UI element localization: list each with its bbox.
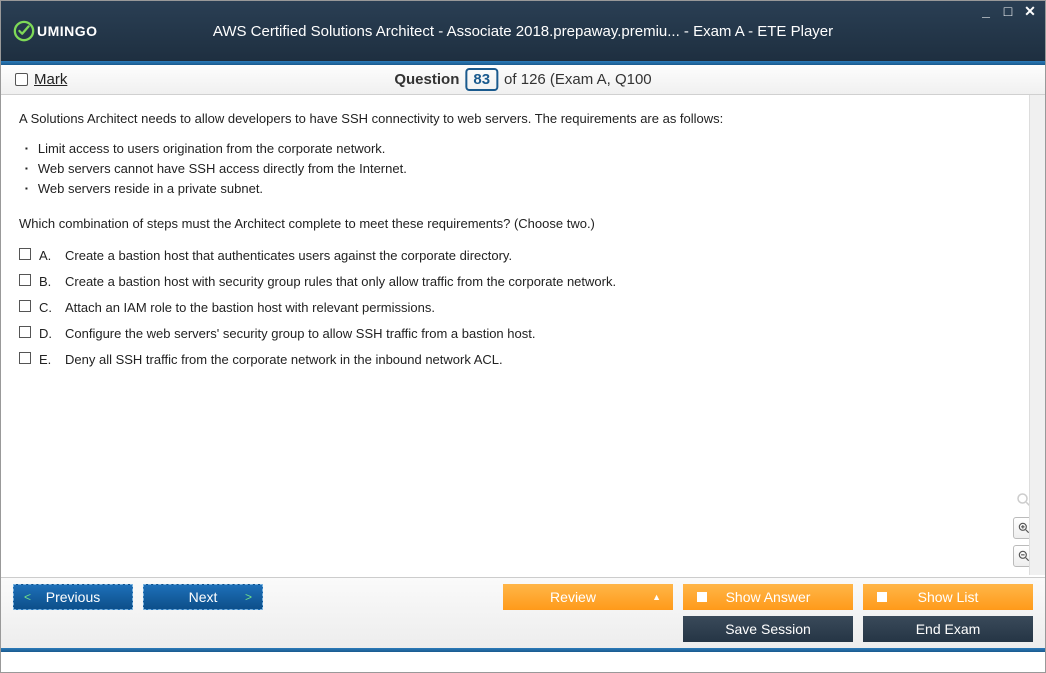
previous-button[interactable]: < Previous bbox=[13, 584, 133, 610]
button-row-1: < Previous Next > Review ▲ Show Answer Show… bbox=[13, 584, 1033, 610]
requirement-bullets: Limit access to users origination from t… bbox=[25, 139, 1027, 199]
window-title: AWS Certified Solutions Architect - Asso… bbox=[213, 23, 833, 40]
option-text: Attach an IAM role to the bastion host w… bbox=[65, 298, 435, 318]
button-row-2: Save Session End Exam bbox=[13, 616, 1033, 642]
save-session-button[interactable]: Save Session bbox=[683, 616, 853, 642]
bullet-item: Web servers cannot have SSH access direc… bbox=[25, 159, 1027, 179]
option-c[interactable]: C. Attach an IAM role to the bastion host… bbox=[19, 298, 1027, 318]
sub-question: Which combination of steps must the Arch… bbox=[19, 214, 1027, 234]
window-controls: _ □ ✕ bbox=[979, 3, 1037, 20]
next-button[interactable]: Next > bbox=[143, 584, 263, 610]
option-e-checkbox[interactable] bbox=[19, 352, 31, 364]
question-indicator: Question 83 of 126 (Exam A, Q100 bbox=[394, 68, 651, 91]
button-label: Review bbox=[550, 589, 596, 605]
triangle-up-icon: ▲ bbox=[652, 592, 661, 602]
footer-accent bbox=[1, 648, 1045, 652]
question-header-bar: Mark Question 83 of 126 (Exam A, Q100 bbox=[1, 65, 1045, 95]
chevron-left-icon: < bbox=[24, 590, 31, 604]
review-button[interactable]: Review ▲ bbox=[503, 584, 673, 610]
mark-label: Mark bbox=[34, 71, 67, 88]
option-text: Create a bastion host with security grou… bbox=[65, 272, 616, 292]
app-logo: UMINGO bbox=[13, 20, 98, 42]
option-a[interactable]: A. Create a bastion host that authenticat… bbox=[19, 246, 1027, 266]
option-e[interactable]: E. Deny all SSH traffic from the corporat… bbox=[19, 350, 1027, 370]
button-label: Save Session bbox=[725, 621, 811, 637]
button-label: Next bbox=[189, 589, 218, 605]
option-c-checkbox[interactable] bbox=[19, 300, 31, 312]
question-number-box[interactable]: 83 bbox=[465, 68, 498, 91]
close-icon[interactable]: ✕ bbox=[1023, 3, 1037, 20]
mark-checkbox-wrap[interactable]: Mark bbox=[15, 71, 67, 88]
option-letter: A. bbox=[39, 246, 57, 266]
app-window: UMINGO AWS Certified Solutions Architect… bbox=[0, 0, 1046, 673]
logo-checkmark-icon bbox=[13, 20, 35, 42]
question-intro: A Solutions Architect needs to allow dev… bbox=[19, 109, 1027, 129]
question-content: A Solutions Architect needs to allow dev… bbox=[1, 95, 1045, 577]
question-of-text: of 126 (Exam A, Q100 bbox=[504, 71, 652, 88]
option-letter: E. bbox=[39, 350, 57, 370]
option-text: Deny all SSH traffic from the corporate … bbox=[65, 350, 503, 370]
chevron-right-icon: > bbox=[245, 590, 252, 604]
square-icon bbox=[697, 592, 707, 602]
bullet-item: Limit access to users origination from t… bbox=[25, 139, 1027, 159]
option-letter: D. bbox=[39, 324, 57, 344]
answer-options: A. Create a bastion host that authenticat… bbox=[19, 246, 1027, 371]
option-b-checkbox[interactable] bbox=[19, 274, 31, 286]
bullet-item: Web servers reside in a private subnet. bbox=[25, 179, 1027, 199]
button-label: End Exam bbox=[916, 621, 981, 637]
vertical-scrollbar[interactable] bbox=[1029, 95, 1045, 575]
show-list-button[interactable]: Show List bbox=[863, 584, 1033, 610]
end-exam-button[interactable]: End Exam bbox=[863, 616, 1033, 642]
minimize-icon[interactable]: _ bbox=[979, 3, 993, 20]
maximize-icon[interactable]: □ bbox=[1001, 3, 1015, 20]
title-bar: UMINGO AWS Certified Solutions Architect… bbox=[1, 1, 1045, 61]
option-d-checkbox[interactable] bbox=[19, 326, 31, 338]
button-label: Previous bbox=[46, 589, 100, 605]
option-letter: B. bbox=[39, 272, 57, 292]
button-label: Show List bbox=[918, 589, 979, 605]
option-d[interactable]: D. Configure the web servers' security gr… bbox=[19, 324, 1027, 344]
show-answer-button[interactable]: Show Answer bbox=[683, 584, 853, 610]
option-text: Configure the web servers' security grou… bbox=[65, 324, 535, 344]
option-letter: C. bbox=[39, 298, 57, 318]
mark-checkbox[interactable] bbox=[15, 73, 28, 86]
bottom-toolbar: < Previous Next > Review ▲ Show Answer Show… bbox=[1, 577, 1045, 648]
option-text: Create a bastion host that authenticates… bbox=[65, 246, 512, 266]
option-b[interactable]: B. Create a bastion host with security gr… bbox=[19, 272, 1027, 292]
square-icon bbox=[877, 592, 887, 602]
question-word: Question bbox=[394, 71, 459, 88]
logo-text: UMINGO bbox=[37, 23, 98, 39]
button-label: Show Answer bbox=[726, 589, 811, 605]
option-a-checkbox[interactable] bbox=[19, 248, 31, 260]
